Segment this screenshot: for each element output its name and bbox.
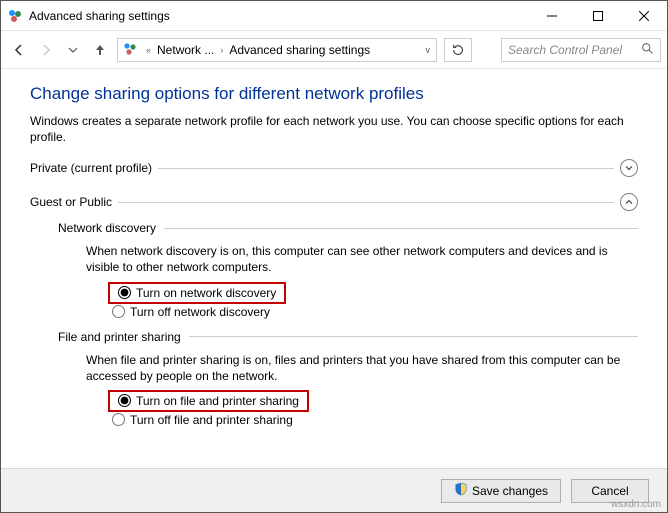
maximize-button[interactable] (575, 1, 621, 31)
app-icon (7, 8, 23, 24)
recent-dropdown[interactable] (61, 38, 85, 62)
radio-nd-off[interactable]: Turn off network discovery (108, 304, 638, 320)
section-private-label: Private (current profile) (30, 161, 158, 175)
watermark: wsxdn.com (611, 499, 661, 510)
radio-fp-on[interactable]: Turn on file and printer sharing (114, 393, 303, 409)
search-placeholder: Search Control Panel (508, 43, 622, 57)
cancel-label: Cancel (591, 484, 628, 498)
network-discovery-header: Network discovery (58, 221, 638, 235)
save-changes-label: Save changes (472, 484, 548, 498)
file-printer-header: File and printer sharing (58, 330, 638, 344)
search-icon (641, 42, 654, 58)
radio-fp-off-input[interactable] (112, 413, 125, 426)
window-controls (529, 1, 667, 31)
section-guest-label: Guest or Public (30, 195, 118, 209)
radio-nd-on-label: Turn on network discovery (136, 286, 276, 300)
crumb-sep: « (144, 45, 153, 55)
file-printer-desc: When file and printer sharing is on, fil… (86, 352, 638, 384)
radio-fp-on-input[interactable] (118, 394, 131, 407)
section-private-header[interactable]: Private (current profile) (30, 159, 638, 177)
close-button[interactable] (621, 1, 667, 31)
network-discovery-desc: When network discovery is on, this compu… (86, 243, 638, 275)
breadcrumb-network[interactable]: Network ... (157, 43, 214, 57)
file-printer-options: Turn on file and printer sharing Turn of… (108, 390, 638, 428)
footer-bar: Save changes Cancel (1, 468, 667, 512)
radio-nd-off-input[interactable] (112, 305, 125, 318)
minimize-button[interactable] (529, 1, 575, 31)
radio-fp-off-label: Turn off file and printer sharing (130, 413, 293, 427)
network-discovery-label: Network discovery (58, 221, 156, 235)
window-title: Advanced sharing settings (29, 9, 170, 23)
title-bar: Advanced sharing settings (1, 1, 667, 31)
save-changes-button[interactable]: Save changes (441, 479, 561, 503)
page-subtext: Windows creates a separate network profi… (30, 114, 638, 145)
address-bar[interactable]: « Network ... › Advanced sharing setting… (117, 38, 437, 62)
breadcrumb-current[interactable]: Advanced sharing settings (229, 43, 370, 57)
file-printer-label: File and printer sharing (58, 330, 181, 344)
chevron-down-icon[interactable] (620, 159, 638, 177)
radio-fp-on-label: Turn on file and printer sharing (136, 394, 299, 408)
radio-nd-on-input[interactable] (118, 286, 131, 299)
content-pane: Change sharing options for different net… (2, 70, 666, 468)
address-dropdown[interactable]: v (424, 45, 433, 55)
page-heading: Change sharing options for different net… (30, 84, 638, 104)
search-input[interactable]: Search Control Panel (501, 38, 661, 62)
shield-icon (454, 482, 468, 499)
radio-fp-off[interactable]: Turn off file and printer sharing (108, 412, 638, 428)
highlight-box: Turn on network discovery (108, 282, 286, 304)
highlight-box-2: Turn on file and printer sharing (108, 390, 309, 412)
nav-bar: « Network ... › Advanced sharing setting… (1, 31, 667, 69)
radio-nd-on[interactable]: Turn on network discovery (114, 285, 280, 301)
crumb-chevron: › (218, 45, 225, 55)
up-button[interactable] (88, 38, 112, 62)
chevron-up-icon[interactable] (620, 193, 638, 211)
section-guest-header[interactable]: Guest or Public (30, 193, 638, 211)
refresh-button[interactable] (444, 38, 472, 62)
network-discovery-options: Turn on network discovery Turn off netwo… (108, 282, 638, 320)
forward-button[interactable] (34, 38, 58, 62)
back-button[interactable] (7, 38, 31, 62)
network-icon (122, 41, 140, 59)
radio-nd-off-label: Turn off network discovery (130, 305, 270, 319)
